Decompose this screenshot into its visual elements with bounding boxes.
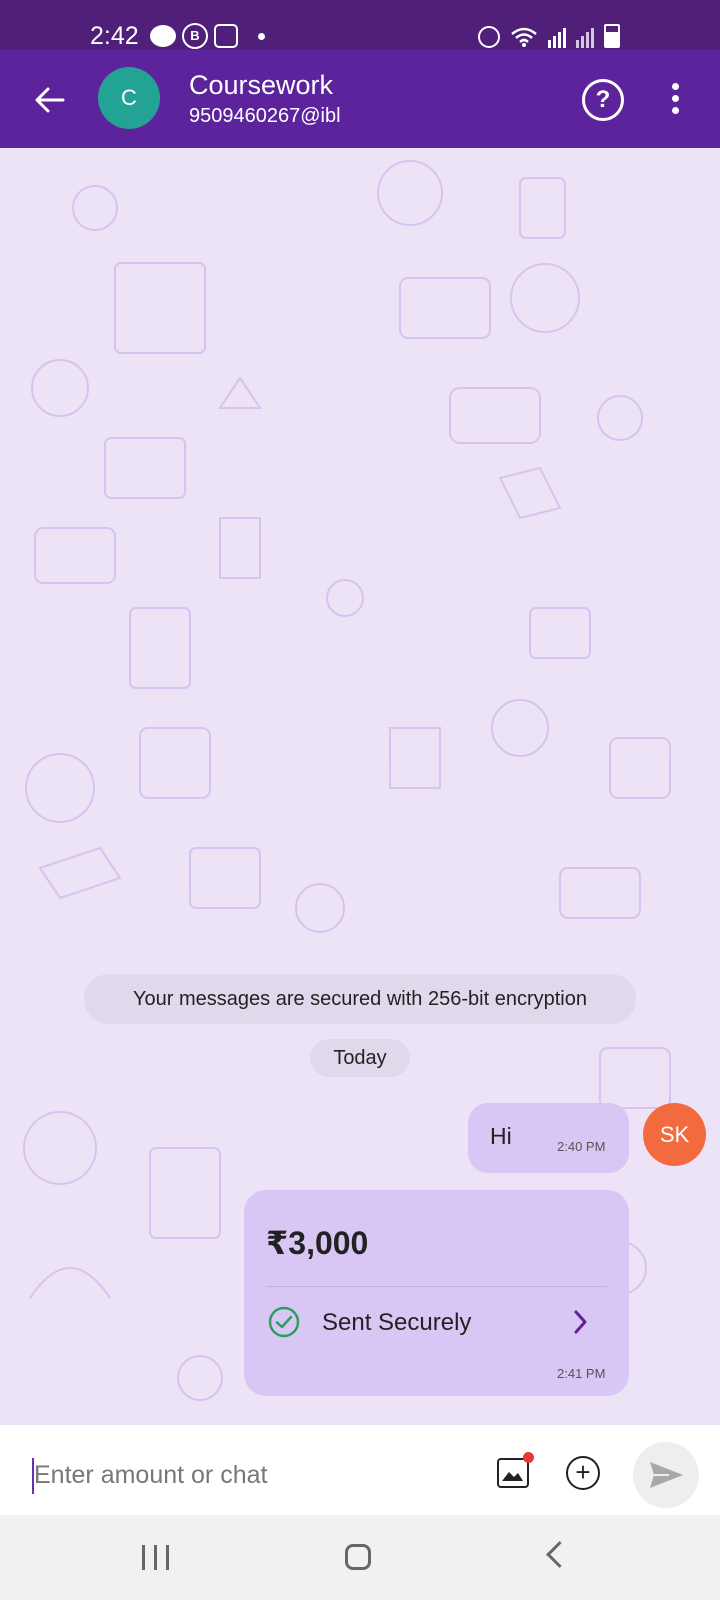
status-time: 2:42 [90, 22, 139, 50]
signal-icon [548, 26, 566, 48]
contact-upi-id: 9509460267@ibl [189, 105, 341, 127]
status-bar: 2:42 B [0, 0, 720, 50]
recent-apps-icon[interactable] [142, 1545, 169, 1570]
date-chip: Today [310, 1039, 410, 1077]
check-circle-icon [268, 1306, 300, 1338]
system-icons [478, 24, 620, 48]
alarm-icon [478, 26, 500, 48]
payment-status: Sent Securely [322, 1309, 472, 1336]
wifi-icon [511, 27, 537, 47]
sent-message-bubble[interactable]: Hi 2:40 PM [468, 1103, 629, 1173]
payment-time: 2:41 PM [557, 1366, 606, 1381]
payment-amount: ₹3,000 [266, 1225, 369, 1261]
system-nav-bar [0, 1515, 720, 1600]
back-icon[interactable] [546, 1541, 573, 1568]
encryption-notice: Your messages are secured with 256-bit e… [84, 974, 636, 1024]
sender-avatar: SK [643, 1103, 706, 1166]
contact-avatar[interactable]: C [98, 67, 160, 129]
more-vertical-icon[interactable] [672, 83, 680, 114]
payment-card[interactable]: ₹3,000 Sent Securely 2:41 PM [244, 1190, 629, 1396]
chevron-right-icon[interactable] [572, 1308, 590, 1336]
arrow-left-icon[interactable] [30, 80, 70, 120]
home-icon[interactable] [345, 1544, 371, 1570]
plus-circle-icon[interactable]: + [566, 1456, 600, 1490]
b-notification-icon: B [182, 23, 208, 49]
message-notification-icon [150, 25, 176, 47]
notification-dot [523, 1452, 534, 1463]
gallery-icon[interactable] [497, 1452, 534, 1488]
chat-header: C Coursework 9509460267@ibl ? [0, 50, 720, 148]
chat-input[interactable] [34, 1453, 454, 1497]
notification-icons: B [150, 23, 265, 49]
contact-name[interactable]: Coursework [189, 70, 333, 101]
send-icon [650, 1462, 683, 1488]
send-button[interactable] [633, 1442, 699, 1508]
message-input-bar: + [0, 1425, 720, 1515]
signal-2-icon [576, 26, 594, 48]
chat-area[interactable]: Your messages are secured with 256-bit e… [0, 148, 720, 1425]
app-notification-icon [214, 24, 238, 48]
help-circle-icon[interactable]: ? [582, 79, 624, 121]
battery-icon [604, 24, 620, 48]
payment-divider [266, 1286, 607, 1287]
message-text: Hi [490, 1123, 512, 1149]
more-notifications-dot-icon [258, 32, 265, 40]
message-time: 2:40 PM [557, 1139, 606, 1154]
